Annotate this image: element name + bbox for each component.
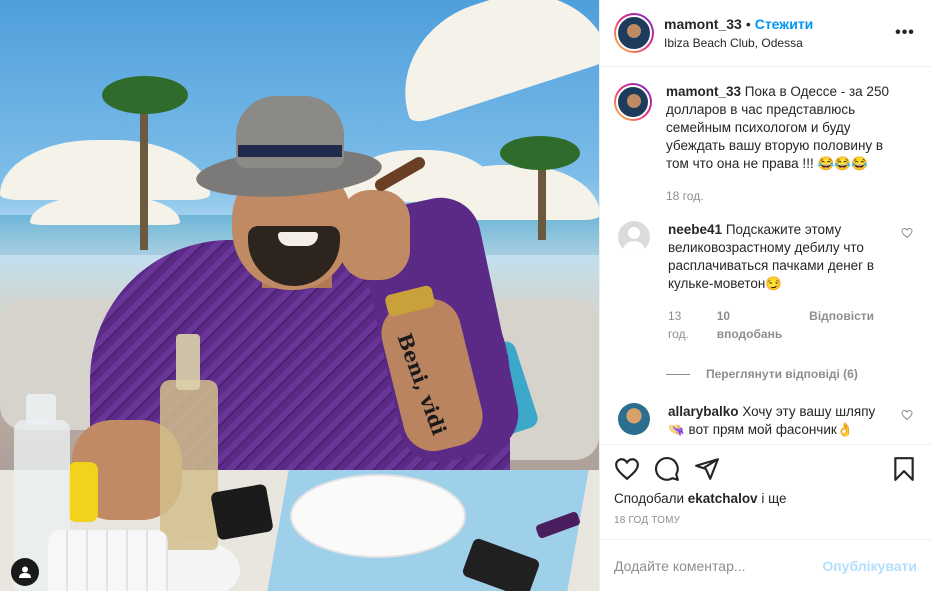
likes-user[interactable]: ekatchalov	[688, 491, 758, 506]
commenter-avatar[interactable]	[618, 403, 650, 435]
follow-button[interactable]: Стежити	[755, 16, 814, 32]
comment-username[interactable]: neebe41	[668, 222, 722, 237]
more-icon: •••	[895, 24, 915, 41]
likes-summary: Сподобали ekatchalov і ще	[614, 491, 917, 506]
separator-dot: •	[745, 16, 751, 32]
post-actions: Сподобали ekatchalov і ще 18 ГОД ТОМУ	[600, 444, 931, 539]
post-timestamp[interactable]: 18 ГОД ТОМУ	[614, 515, 917, 526]
view-replies-label: Переглянути відповіді (6)	[706, 367, 858, 381]
comment-input[interactable]	[614, 557, 823, 574]
heart-icon[interactable]	[614, 456, 640, 482]
comments-list[interactable]: mamont_33 Пока в Одессе - за 250 долларо…	[600, 67, 931, 444]
likes-suffix[interactable]: і ще	[761, 491, 786, 506]
publish-button[interactable]: Опублікувати	[822, 558, 917, 574]
comment-meta: 13 год. 10 вподобань Відповісти	[668, 307, 886, 343]
hat-crown	[236, 96, 344, 168]
comment-time[interactable]: 13 год.	[668, 307, 705, 343]
post-header: mamont_33 • Стежити Ibiza Beach Club, Od…	[600, 0, 931, 67]
like-comment-icon[interactable]	[901, 227, 913, 239]
comment-likes[interactable]: 10 вподобань	[717, 307, 797, 343]
beer-bottle	[160, 380, 218, 550]
post-sidebar: mamont_33 • Стежити Ibiza Beach Club, Od…	[599, 0, 931, 591]
palm-tree	[140, 100, 148, 250]
smile	[278, 232, 318, 246]
umbrella	[0, 140, 210, 200]
author-avatar[interactable]	[614, 13, 654, 53]
share-icon[interactable]	[694, 456, 720, 482]
palm-leaves	[500, 136, 580, 170]
beer-bottle-neck	[176, 334, 200, 390]
comment: neebe41 Подскажите этому великовозрастно…	[614, 221, 917, 343]
author-avatar[interactable]	[614, 83, 652, 121]
phone	[210, 483, 274, 541]
save-icon[interactable]	[891, 456, 917, 482]
author-username[interactable]: mamont_33	[664, 16, 742, 32]
plate	[290, 474, 466, 558]
post-photo[interactable]: Beni, vidi	[0, 0, 599, 591]
comment-icon[interactable]	[654, 456, 680, 482]
caption-time[interactable]: 18 год.	[666, 187, 898, 205]
caption-username[interactable]: mamont_33	[666, 84, 741, 99]
comment: allarybalko Хочу эту вашу шляпу 👒 вот пр…	[614, 403, 917, 439]
post-modal: Beni, vidi mamont_33 • Стежити Ibiza Bea…	[0, 0, 931, 591]
user-tag-button[interactable]	[11, 558, 39, 586]
likes-prefix: Сподобали	[614, 491, 685, 506]
user-tag-icon	[19, 566, 31, 578]
hand-with-cigar	[340, 190, 410, 280]
palm-leaves	[102, 76, 188, 114]
yellow-wristband	[68, 462, 98, 522]
hat-band	[238, 145, 342, 157]
umbrella	[382, 0, 599, 126]
commenter-avatar[interactable]	[618, 221, 650, 253]
comment-username[interactable]: allarybalko	[668, 404, 739, 419]
view-replies-button[interactable]: Переглянути відповіді (6)	[666, 367, 917, 381]
post-location[interactable]: Ibiza Beach Club, Odessa	[664, 36, 893, 50]
divider-line	[666, 373, 690, 375]
more-options-button[interactable]: •••	[893, 21, 917, 45]
glass-bottle-neck	[26, 394, 56, 424]
reply-button[interactable]: Відповісти	[809, 307, 874, 343]
like-comment-icon[interactable]	[901, 409, 913, 421]
caption: mamont_33 Пока в Одессе - за 250 долларо…	[614, 83, 917, 205]
napkins	[48, 530, 168, 591]
add-comment-bar: Опублікувати	[600, 539, 931, 591]
